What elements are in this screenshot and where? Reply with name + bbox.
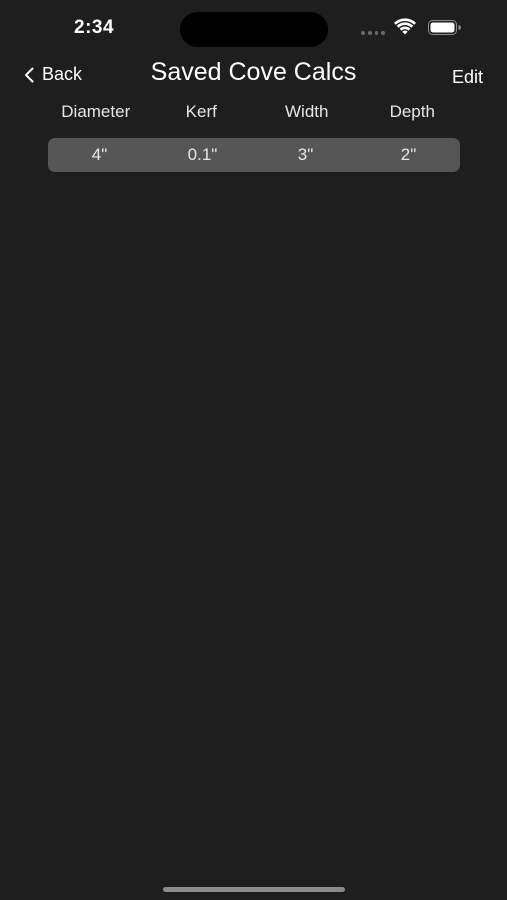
status-bar: 2:34 [0, 0, 507, 58]
home-indicator[interactable] [163, 887, 345, 892]
table-header: Diameter Kerf Width Depth [43, 102, 465, 122]
wifi-icon [394, 18, 416, 35]
dynamic-island [180, 12, 328, 47]
cell-kerf: 0.1" [187, 145, 218, 164]
column-header-kerf: Kerf [185, 102, 217, 121]
page-title: Saved Cove Calcs [150, 58, 357, 86]
cellular-signal-icon [361, 31, 385, 35]
screen: 2:34 Back Saved Cove Calcs Edit Diameter… [0, 0, 507, 900]
table-row[interactable]: 4" 0.1" 3" 2" [48, 138, 460, 172]
cell-diameter: 4" [91, 145, 108, 164]
cell-depth: 2" [400, 145, 417, 164]
battery-icon [428, 20, 461, 35]
status-time: 2:34 [74, 17, 115, 38]
edit-button[interactable]: Edit [452, 67, 483, 88]
column-header-diameter: Diameter [61, 102, 131, 121]
column-header-depth: Depth [389, 102, 435, 121]
navigation-bar: Back Saved Cove Calcs Edit [0, 56, 507, 96]
column-header-width: Width [285, 102, 329, 121]
cell-width: 3" [297, 145, 314, 164]
